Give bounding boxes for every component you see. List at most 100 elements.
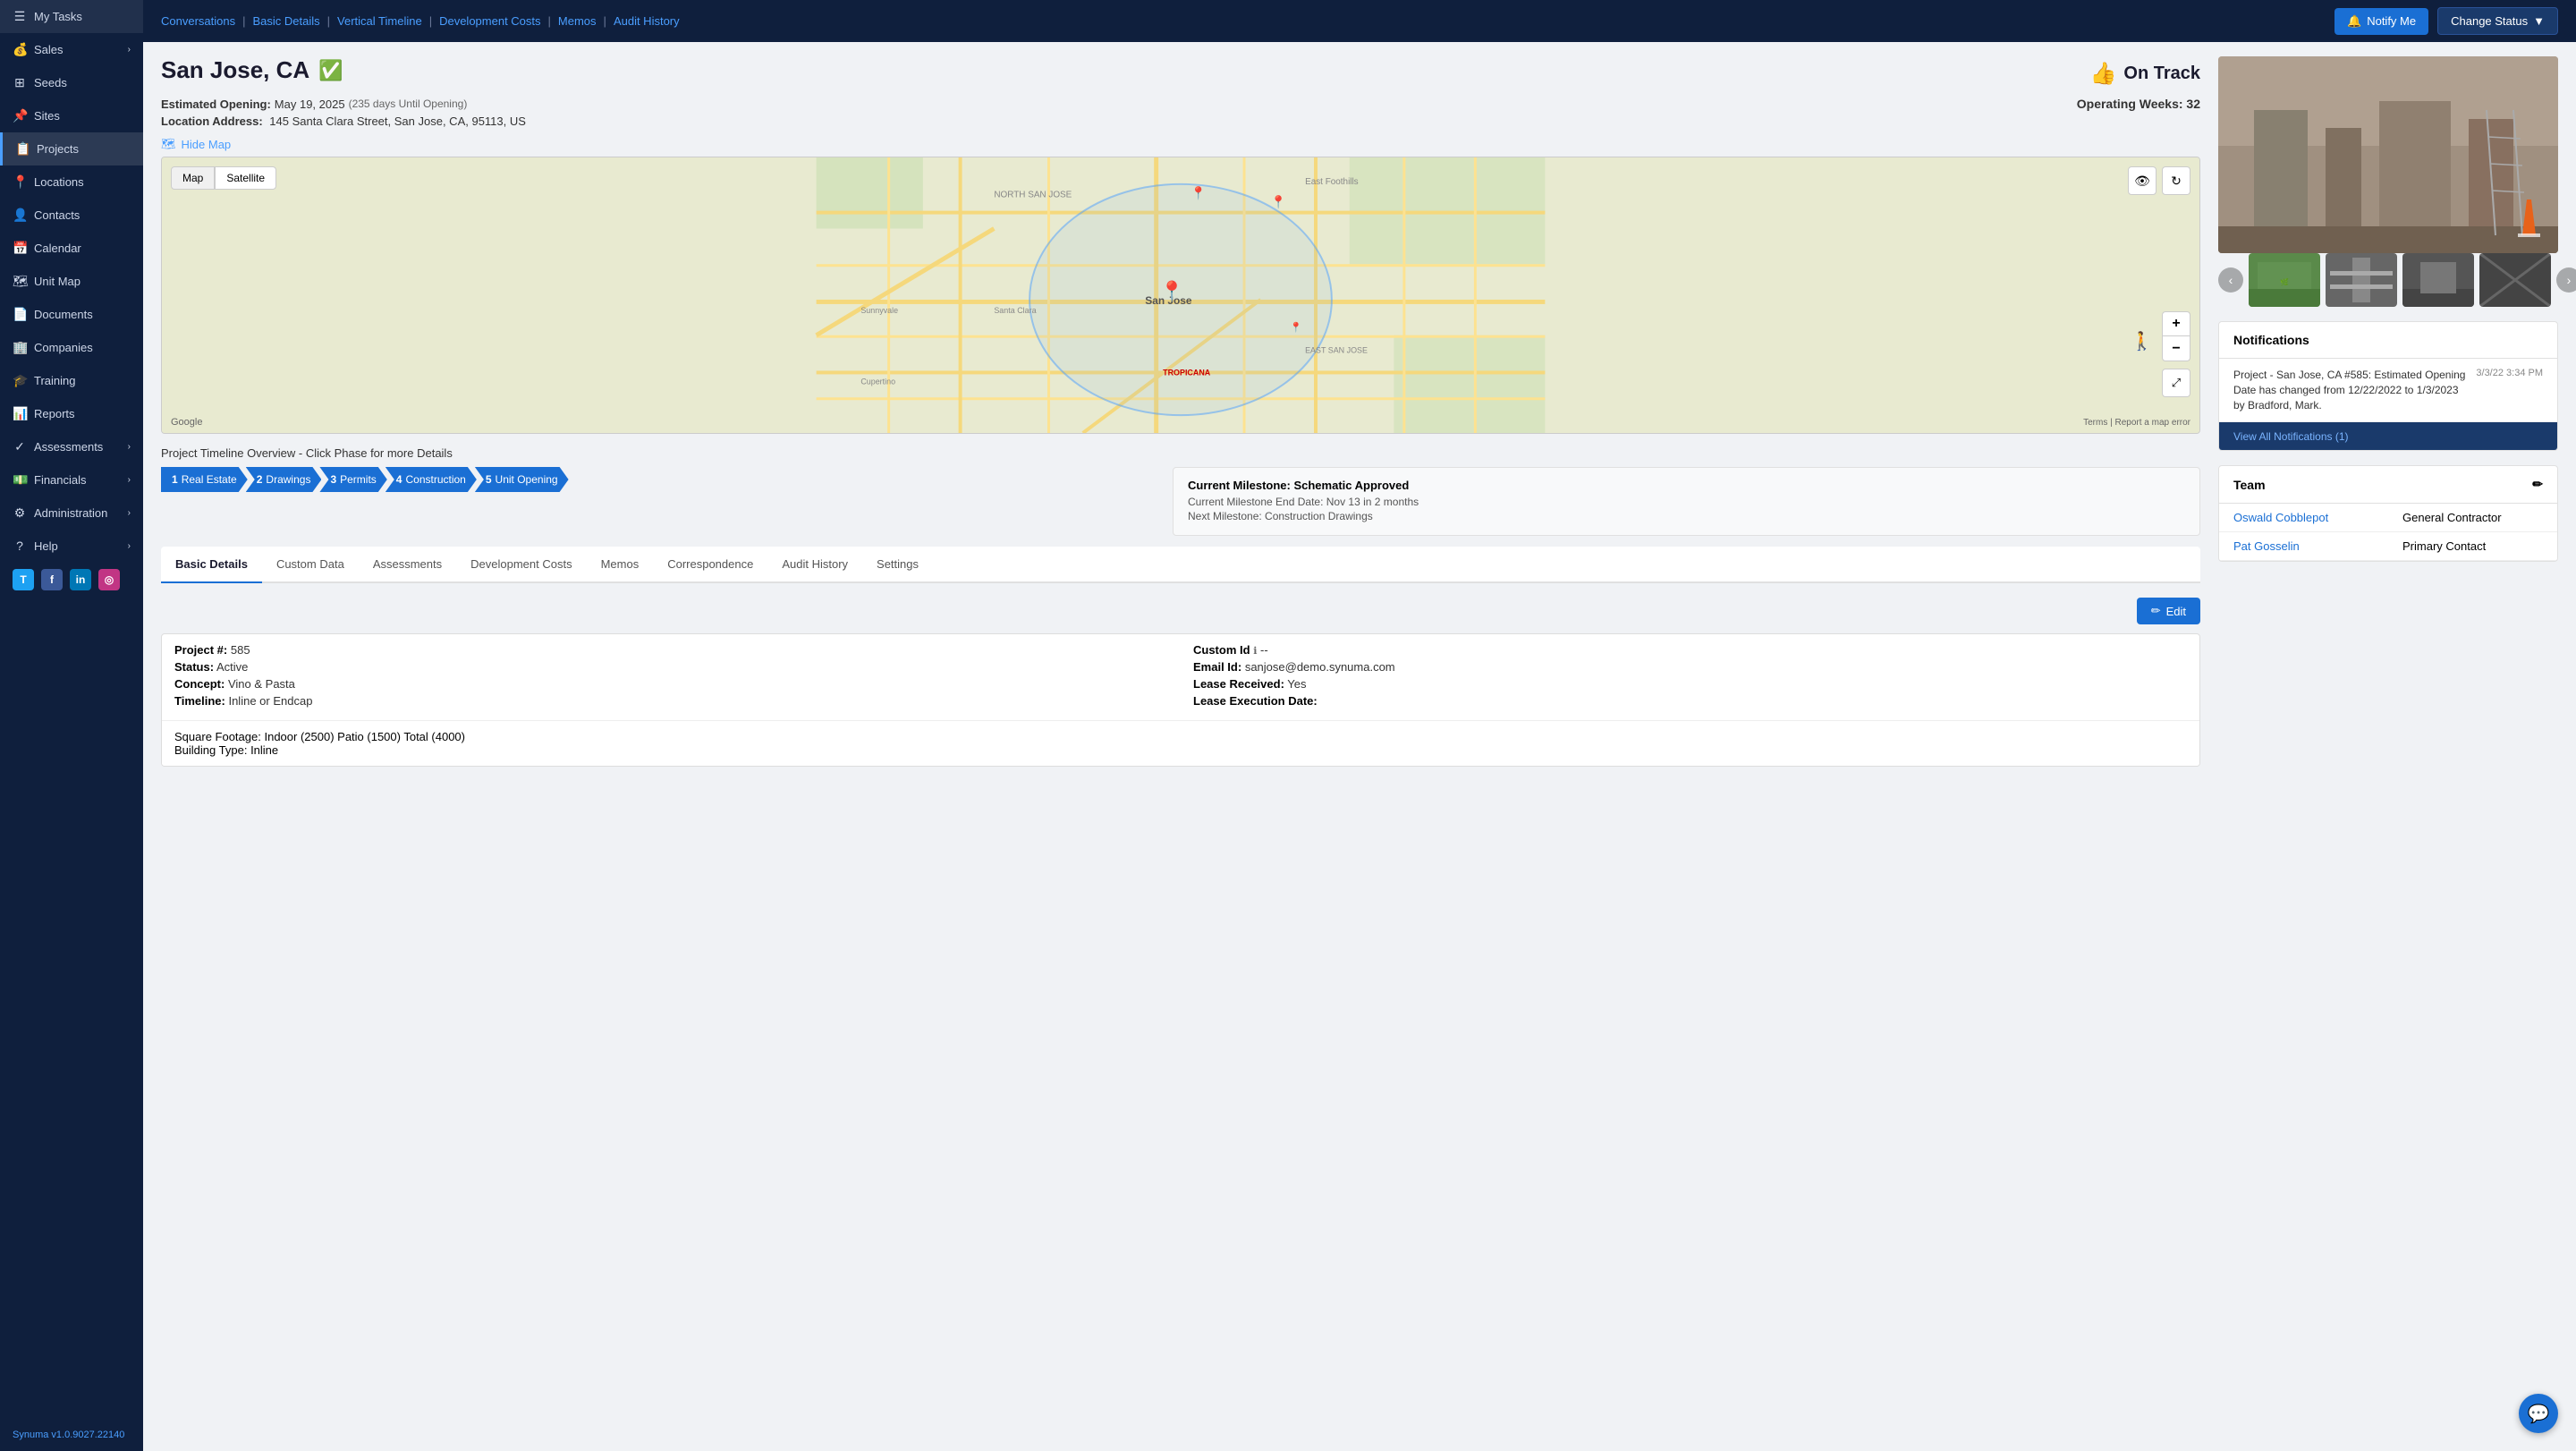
sidebar-item-reports[interactable]: 📊 Reports [0,397,143,430]
nav-link-basic-details[interactable]: Basic Details [253,14,320,28]
expand-map-button[interactable]: ⤢ [2162,369,2190,397]
sidebar-item-label: Administration [34,506,107,520]
map-toggle-button[interactable]: 🗺 Hide Map [161,137,2200,151]
tab-assessments[interactable]: Assessments [359,547,456,583]
svg-text:🌿: 🌿 [2280,277,2289,286]
version-link[interactable]: Synuma v1.0.9027.22140 [13,1430,124,1440]
field-square-footage-: Square Footage: Indoor (2500) Patio (150… [174,730,2187,743]
facebook-icon[interactable]: f [41,569,63,590]
map-button[interactable]: Map [171,166,215,190]
team-table: Oswald Cobblepot General Contractor Pat … [2219,504,2557,561]
streetview-toggle[interactable]: 👁 [2128,166,2157,195]
sidebar-item-label: Financials [34,473,87,487]
seeds-icon: ⊞ [13,75,27,90]
satellite-button[interactable]: Satellite [215,166,276,190]
edit-team-icon[interactable]: ✏ [2532,477,2543,492]
sidebar-item-sites[interactable]: 📌 Sites [0,99,143,132]
tab-memos[interactable]: Memos [587,547,654,583]
chevron-icon: › [128,45,131,55]
chevron-icon: › [128,541,131,551]
thumbnail-2[interactable] [2326,253,2397,307]
sidebar-item-assessments[interactable]: ✓ Assessments › [0,430,143,463]
phase-2[interactable]: 2Drawings [246,467,322,492]
refresh-map-button[interactable]: ↻ [2162,166,2190,195]
content-left: San Jose, CA ✅ 👍 On Track Estimated Open… [161,56,2200,1437]
documents-icon: 📄 [13,307,27,322]
twitter-icon[interactable]: T [13,569,34,590]
chat-button[interactable]: 💬 [2519,1394,2558,1433]
thumbnail-4[interactable] [2479,253,2551,307]
tab-custom-data[interactable]: Custom Data [262,547,359,583]
notify-me-button[interactable]: 🔔 Notify Me [2334,8,2428,35]
timeline-title: Project Timeline Overview - Click Phase … [161,446,2200,460]
view-all-notifications-link[interactable]: View All Notifications (1) [2233,430,2349,443]
sidebar-item-calendar[interactable]: 📅 Calendar [0,232,143,265]
sidebar-item-administration[interactable]: ⚙ Administration › [0,496,143,530]
sidebar-item-sales[interactable]: 💰 Sales › [0,33,143,66]
linkedin-icon[interactable]: in [70,569,91,590]
thumbnail-1[interactable]: 🌿 [2249,253,2320,307]
map-container: NORTH SAN JOSE East Foothills EAST SAN J… [161,157,2200,434]
tab-audit-history[interactable]: Audit History [767,547,862,583]
prev-photo-button[interactable]: ‹ [2218,267,2243,293]
svg-text:Sunnyvale: Sunnyvale [860,306,898,315]
sales-icon: 💰 [13,42,27,57]
zoom-out-button[interactable]: − [2162,336,2190,361]
sidebar-item-locations[interactable]: 📍 Locations [0,165,143,199]
verified-badge-icon: ✅ [318,59,343,82]
details-col-left: Project #: 585Status: ActiveConcept: Vin… [162,634,1181,720]
sidebar-item-training[interactable]: 🎓 Training [0,364,143,397]
change-status-button[interactable]: Change Status ▼ [2437,7,2558,35]
sidebar-item-unit-map[interactable]: 🗺 Unit Map [0,265,143,298]
thumbnail-3[interactable] [2402,253,2474,307]
notification-date: 3/3/22 3:34 PM [2476,368,2543,412]
team-panel: Team ✏ Oswald Cobblepot General Contract… [2218,465,2558,562]
address-row: Location Address: 145 Santa Clara Street… [161,115,2200,128]
map-icon: 🗺 [161,137,176,151]
tab-development-costs[interactable]: Development Costs [456,547,586,583]
sidebar-item-projects[interactable]: 📋 Projects [0,132,143,165]
sidebar-item-contacts[interactable]: 👤 Contacts [0,199,143,232]
photo-thumbnails: ‹ 🌿 › [2218,253,2558,307]
tab-correspondence[interactable]: Correspondence [653,547,767,583]
nav-link-audit-history[interactable]: Audit History [614,14,680,28]
chevron-icon: › [128,475,131,485]
sidebar-item-label: Sales [34,43,64,56]
next-photo-button[interactable]: › [2556,267,2576,293]
zoom-in-button[interactable]: + [2162,311,2190,336]
sidebar-item-label: Help [34,539,58,553]
assessments-icon: ✓ [13,439,27,454]
main-photo[interactable] [2218,56,2558,253]
nav-link-memos[interactable]: Memos [558,14,597,28]
map-zoom-controls: + − [2162,311,2190,361]
sidebar-item-companies[interactable]: 🏢 Companies [0,331,143,364]
tab-settings[interactable]: Settings [862,547,933,583]
estimated-opening-row: Estimated Opening: May 19, 2025 (235 day… [161,97,2200,111]
phase-1[interactable]: 1Real Estate [161,467,248,492]
timeline-phases: 1Real Estate2Drawings3Permits4Constructi… [161,467,1158,492]
team-member-name: Oswald Cobblepot [2219,504,2388,531]
svg-text:TROPICANA: TROPICANA [1163,368,1211,377]
administration-icon: ⚙ [13,505,27,521]
team-member-role: Primary Contact [2388,532,2557,560]
tab-basic-details[interactable]: Basic Details [161,547,262,583]
sidebar-item-my-tasks[interactable]: ☰ My Tasks [0,0,143,33]
details-bottom-row: Square Footage: Indoor (2500) Patio (150… [162,721,2199,766]
calendar-icon: 📅 [13,241,27,256]
chevron-down-icon: ▼ [2533,14,2545,28]
phase-5[interactable]: 5Unit Opening [475,467,569,492]
chevron-icon: › [128,508,131,518]
sidebar-item-seeds[interactable]: ⊞ Seeds [0,66,143,99]
phase-3[interactable]: 3Permits [319,467,386,492]
phase-4[interactable]: 4Construction [386,467,477,492]
edit-button[interactable]: ✏ Edit [2137,598,2200,624]
sidebar-item-documents[interactable]: 📄 Documents [0,298,143,331]
sidebar-item-financials[interactable]: 💵 Financials › [0,463,143,496]
instagram-icon[interactable]: ◎ [98,569,120,590]
notifications-header: Notifications [2219,322,2557,359]
nav-link-development-costs[interactable]: Development Costs [439,14,540,28]
content-area: San Jose, CA ✅ 👍 On Track Estimated Open… [143,42,2576,1451]
nav-link-conversations[interactable]: Conversations [161,14,235,28]
nav-link-vertical-timeline[interactable]: Vertical Timeline [337,14,422,28]
sidebar-item-help[interactable]: ? Help › [0,530,143,562]
